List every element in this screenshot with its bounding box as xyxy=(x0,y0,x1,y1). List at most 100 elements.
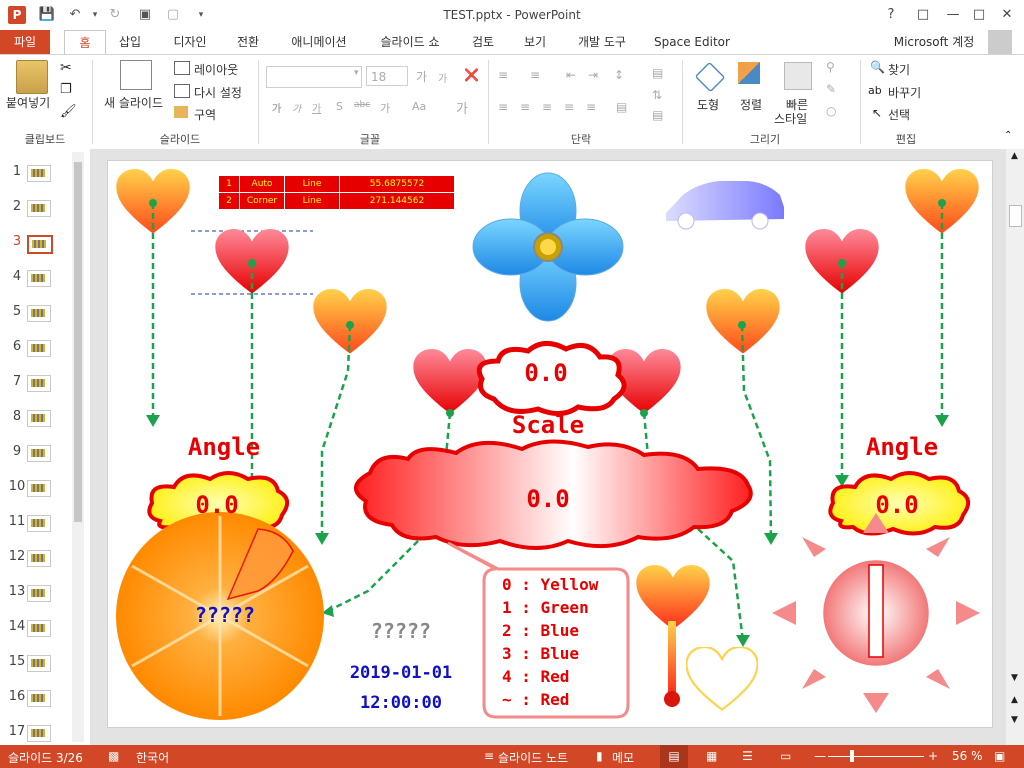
format-painter-icon[interactable]: 🖌 xyxy=(60,104,77,119)
help-button[interactable]: ? xyxy=(878,4,904,26)
minimize-button[interactable]: — xyxy=(940,4,966,26)
spell-check-icon[interactable]: ▩ xyxy=(108,749,119,763)
account-label[interactable]: Microsoft 계정 xyxy=(884,30,984,54)
zoom-out-icon[interactable]: — xyxy=(814,749,826,763)
slide-thumbnail[interactable] xyxy=(27,585,51,602)
clear-format-icon[interactable]: ❌ xyxy=(464,68,479,82)
slide-thumbnail[interactable] xyxy=(27,235,53,254)
shape-outline-icon[interactable]: ✎ xyxy=(826,82,836,96)
distribute-icon[interactable]: ≡ xyxy=(586,100,596,114)
smartart-icon[interactable]: ▤ xyxy=(652,108,663,122)
tab-file[interactable]: 파일 xyxy=(0,30,50,54)
slide-thumbnail[interactable] xyxy=(27,550,51,567)
align-center-icon[interactable]: ≡ xyxy=(520,100,530,114)
collapse-ribbon-icon[interactable]: ⌃ xyxy=(1004,130,1012,141)
arrange-icon[interactable] xyxy=(738,62,760,84)
slide-thumbnail[interactable] xyxy=(27,305,51,322)
tab-space-editor[interactable]: Space Editor xyxy=(650,30,734,54)
char-spacing-icon[interactable]: 가 xyxy=(380,100,390,116)
italic-icon[interactable]: 가 xyxy=(292,100,301,115)
tab-view[interactable]: 보기 xyxy=(518,30,552,54)
shapes-button[interactable]: 도형 xyxy=(697,96,719,113)
normal-view-icon[interactable]: ▤ xyxy=(660,745,688,768)
shape-effects-icon[interactable]: ○ xyxy=(826,104,836,118)
bold-icon[interactable]: 가 xyxy=(272,100,281,115)
slide-thumbnail[interactable] xyxy=(27,200,51,217)
editor-scrollbar-thumb[interactable] xyxy=(1009,205,1022,227)
new-slide-button[interactable]: 새 슬라이드 xyxy=(104,94,163,111)
zoom-slider-thumb[interactable] xyxy=(850,750,854,762)
justify-icon[interactable]: ≡ xyxy=(564,100,574,114)
slide-thumbnail[interactable] xyxy=(27,655,51,672)
column-layout-icon[interactable]: ▤ xyxy=(616,100,627,114)
section-button[interactable]: 구역 xyxy=(194,106,216,123)
font-color-icon[interactable]: 가 xyxy=(456,98,468,117)
align-right-icon[interactable]: ≡ xyxy=(542,100,552,114)
replace-button[interactable]: 바꾸기 xyxy=(888,84,921,101)
slide-thumbnail[interactable] xyxy=(27,690,51,707)
tab-design[interactable]: 디자인 xyxy=(166,30,214,54)
cut-icon[interactable]: ✂ xyxy=(60,60,72,76)
bullets-icon[interactable]: ≡ xyxy=(498,68,508,82)
avatar[interactable] xyxy=(988,30,1012,54)
tab-home[interactable]: 홈 xyxy=(64,30,106,55)
comments-button[interactable]: 메모 xyxy=(612,749,634,766)
maximize-button[interactable]: □ xyxy=(966,4,992,26)
slide-thumbnail[interactable] xyxy=(27,270,51,287)
zoom-level[interactable]: 56 % xyxy=(952,749,983,763)
decrease-indent-icon[interactable]: ⇤ xyxy=(566,68,576,82)
reset-button[interactable]: 다시 설정 xyxy=(194,84,242,101)
strike-icon[interactable]: abc xyxy=(354,100,370,110)
find-button[interactable]: 찾기 xyxy=(888,61,910,78)
slide-canvas[interactable]: 1 Auto Line 55.6875572 2 Corner Line 271.144562… xyxy=(107,160,993,728)
font-size-input[interactable]: 18 xyxy=(366,66,408,86)
quick-styles-icon[interactable] xyxy=(784,62,812,90)
paste-button[interactable]: 붙여넣기 xyxy=(6,94,50,111)
tab-developer[interactable]: 개발 도구 xyxy=(570,30,634,54)
columns-icon[interactable]: ▤ xyxy=(652,66,663,80)
slide-thumbnail[interactable] xyxy=(27,445,51,462)
scroll-down-icon[interactable]: ▼ xyxy=(1011,673,1018,683)
tab-review[interactable]: 검토 xyxy=(466,30,500,54)
language-indicator[interactable]: 한국어 xyxy=(136,749,169,766)
new-slide-icon[interactable] xyxy=(120,60,152,90)
numbering-icon[interactable]: ≡ xyxy=(530,68,540,82)
shape-fill-icon[interactable]: ⚲ xyxy=(826,60,835,74)
zoom-in-icon[interactable]: + xyxy=(928,749,938,763)
shadow-icon[interactable]: S xyxy=(336,100,343,113)
slide-sorter-icon[interactable]: ▦ xyxy=(706,749,717,763)
select-button[interactable]: 선택 xyxy=(888,106,910,123)
align-left-icon[interactable]: ≡ xyxy=(498,100,508,114)
reading-view-icon[interactable]: ☰ xyxy=(742,749,753,763)
zoom-slider[interactable] xyxy=(828,756,924,757)
tab-slideshow[interactable]: 슬라이드 쇼 xyxy=(372,30,448,54)
slide-thumbnail[interactable] xyxy=(27,340,51,357)
editor-scrollbar[interactable]: ▲ ▼ ▲ ▼ xyxy=(1006,149,1024,745)
scroll-up-icon[interactable]: ▲ xyxy=(1011,151,1018,161)
close-button[interactable]: ✕ xyxy=(994,4,1020,26)
thumbnail-scrollbar-thumb[interactable] xyxy=(74,162,82,522)
slideshow-icon[interactable]: ▭ xyxy=(780,749,791,763)
slide-thumbnail[interactable] xyxy=(27,165,51,182)
arrange-button[interactable]: 정렬 xyxy=(740,96,762,113)
thumbnail-scrollbar[interactable] xyxy=(72,152,84,742)
shrink-font-icon[interactable]: 가 xyxy=(438,70,447,85)
font-name-input[interactable] xyxy=(266,66,362,88)
slide-thumbnail[interactable] xyxy=(27,480,51,497)
slide-thumbnail[interactable] xyxy=(27,515,51,532)
tab-transitions[interactable]: 전환 xyxy=(228,30,268,54)
copy-icon[interactable]: ❐ xyxy=(60,82,72,97)
text-direction-icon[interactable]: ⇅ xyxy=(652,88,662,102)
next-slide-icon[interactable]: ▼ xyxy=(1011,715,1018,725)
fit-slide-icon[interactable]: ▣ xyxy=(994,749,1005,763)
tab-insert[interactable]: 삽입 xyxy=(110,30,150,54)
slide-thumbnail[interactable] xyxy=(27,410,51,427)
slide-thumbnail[interactable] xyxy=(27,375,51,392)
font-name-dropdown-icon[interactable]: ▾ xyxy=(354,68,359,78)
prev-slide-icon[interactable]: ▲ xyxy=(1011,695,1018,705)
tab-animations[interactable]: 애니메이션 xyxy=(284,30,354,54)
slide-thumbnail[interactable] xyxy=(27,620,51,637)
ribbon-display-icon[interactable]: □ xyxy=(910,4,936,26)
increase-indent-icon[interactable]: ⇥ xyxy=(588,68,598,82)
grow-font-icon[interactable]: 가 xyxy=(416,68,427,85)
